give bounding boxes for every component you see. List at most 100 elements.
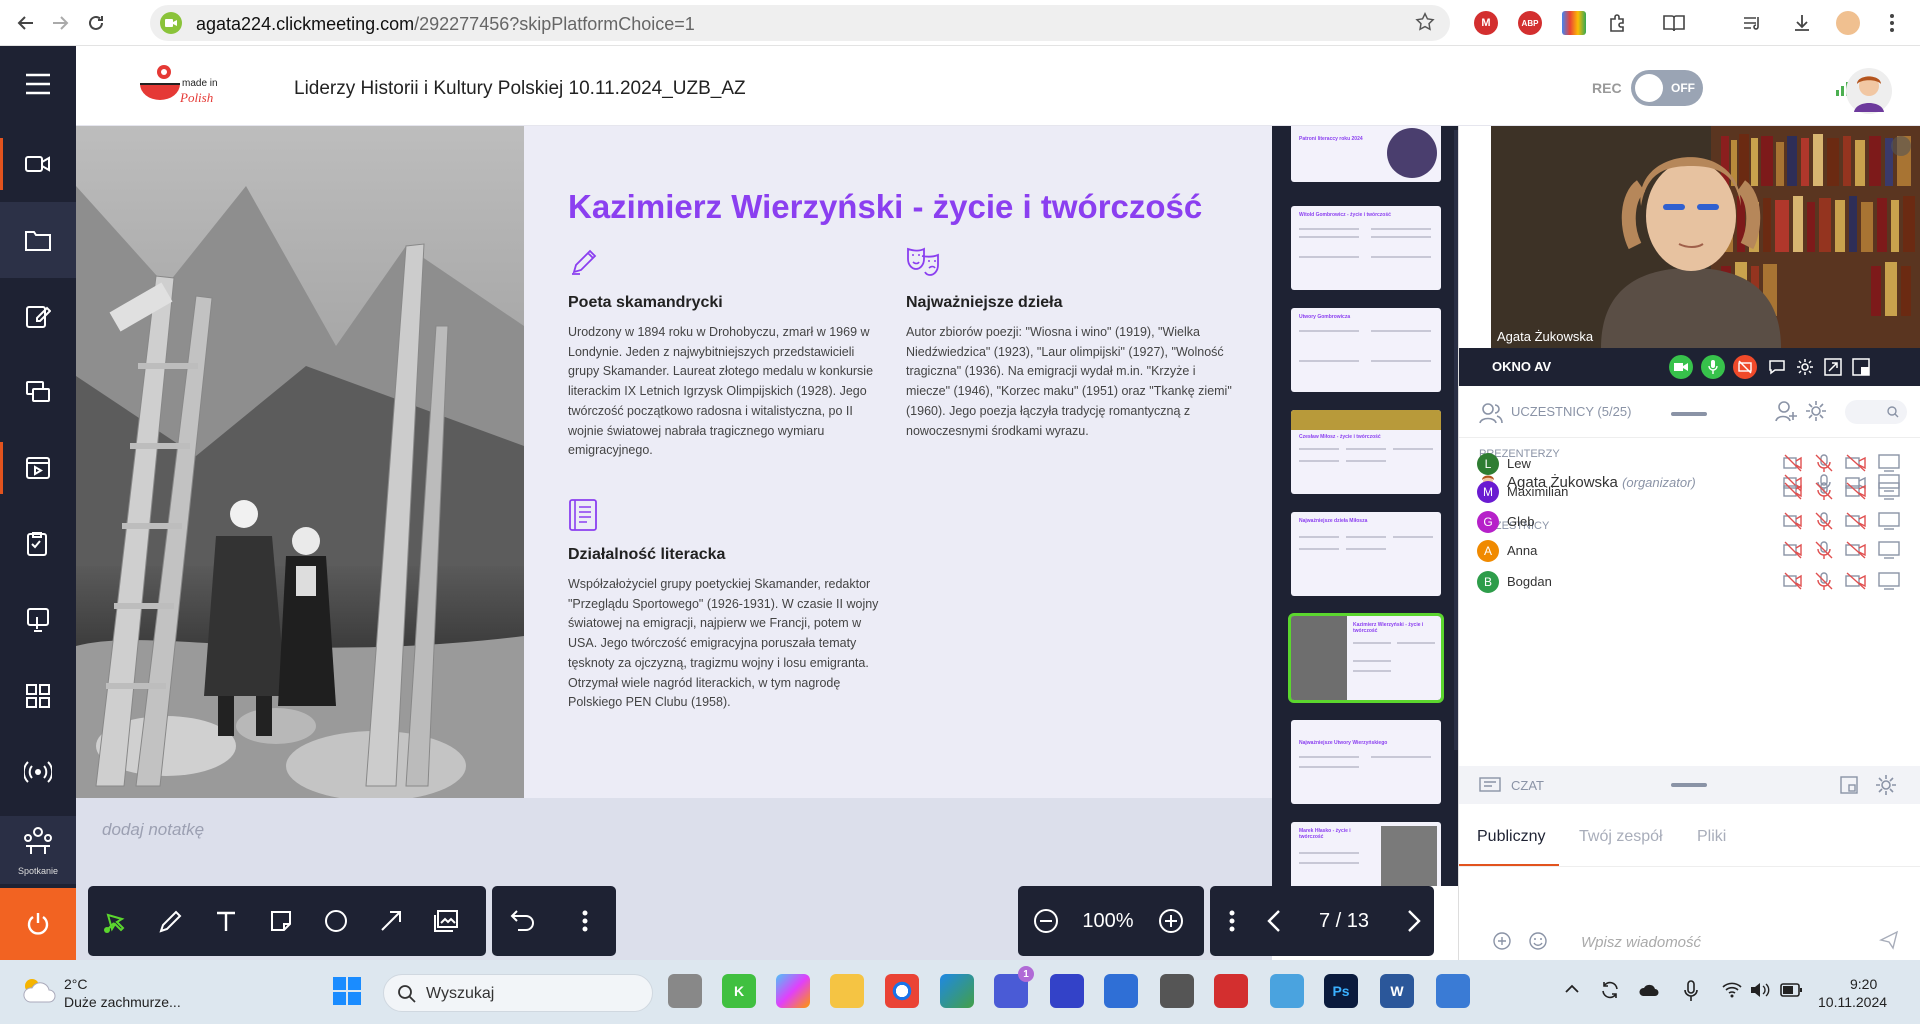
- undo-icon[interactable]: [492, 886, 554, 956]
- slide-thumbnail[interactable]: Patroni literaccy roku 2024: [1291, 126, 1441, 182]
- camera-off-icon[interactable]: [1783, 511, 1803, 536]
- site-info-icon[interactable]: [160, 12, 182, 34]
- send-icon[interactable]: [1879, 930, 1899, 950]
- add-note-field[interactable]: dodaj notatkę: [102, 820, 204, 840]
- recording-toggle[interactable]: OFF: [1631, 70, 1703, 106]
- pen-icon[interactable]: [143, 886, 198, 956]
- participants-search[interactable]: [1845, 400, 1907, 424]
- participants-settings-icon[interactable]: [1805, 400, 1827, 422]
- current-slide-thumbnail[interactable]: Kazimierz Wierzyński - życie i twórczość: [1288, 613, 1444, 703]
- chat-settings-icon[interactable]: [1875, 774, 1897, 796]
- camera-off-icon[interactable]: [1783, 453, 1803, 478]
- participant-row[interactable]: B Bogdan: [1477, 566, 1907, 596]
- arrow-tool-icon[interactable]: [363, 886, 418, 956]
- more-tools-icon[interactable]: [554, 886, 616, 956]
- microphone-off-icon[interactable]: [1814, 481, 1834, 506]
- chat-tab-files[interactable]: Pliki: [1697, 828, 1726, 846]
- video-off-icon[interactable]: [1845, 511, 1867, 536]
- leave-meeting-button[interactable]: [0, 888, 76, 960]
- rail-broadcast-button[interactable]: [0, 734, 76, 810]
- menu-button[interactable]: [0, 46, 76, 122]
- calendar-icon[interactable]: [1104, 974, 1138, 1008]
- rail-files-button[interactable]: [0, 202, 76, 278]
- back-icon[interactable]: [14, 11, 38, 35]
- previous-slide-icon[interactable]: [1254, 886, 1294, 956]
- profile-avatar-icon[interactable]: [1836, 11, 1860, 35]
- add-participant-icon[interactable]: [1775, 400, 1799, 424]
- rail-whiteboard-touch-button[interactable]: [0, 582, 76, 658]
- slide-thumbnail[interactable]: Marek Hłasko - życie i twórczość: [1291, 822, 1441, 886]
- rail-polls-button[interactable]: [0, 506, 76, 582]
- participant-row[interactable]: G Gleb: [1477, 506, 1907, 536]
- media-app-icon[interactable]: [1160, 974, 1194, 1008]
- participant-row[interactable]: A Anna: [1477, 535, 1907, 565]
- next-slide-icon[interactable]: [1394, 886, 1434, 956]
- chat-tab-team[interactable]: Twój zespół: [1579, 828, 1663, 846]
- popout-window-icon[interactable]: [1821, 355, 1845, 379]
- user-avatar[interactable]: [1846, 68, 1892, 114]
- task-view-icon[interactable]: [668, 974, 702, 1008]
- onedrive-icon[interactable]: [1638, 982, 1660, 998]
- rail-whiteboard-button[interactable]: [0, 278, 76, 354]
- copilot-icon[interactable]: [776, 974, 810, 1008]
- participant-row[interactable]: M Maximilian: [1477, 476, 1907, 506]
- start-button[interactable]: [330, 974, 364, 1008]
- presenter-video[interactable]: [1491, 126, 1920, 348]
- text-tool-icon[interactable]: [198, 886, 253, 956]
- circle-tool-icon[interactable]: [308, 886, 363, 956]
- address-bar[interactable]: agata224.clickmeeting.com/292277456?skip…: [150, 5, 1450, 41]
- word-icon[interactable]: W: [1380, 974, 1414, 1008]
- rail-screenshare-button[interactable]: [0, 354, 76, 430]
- rail-media-button[interactable]: [0, 430, 76, 506]
- edge-icon[interactable]: [940, 974, 974, 1008]
- chat-popout-icon[interactable]: [1839, 775, 1859, 795]
- volume-icon[interactable]: [1750, 982, 1770, 998]
- forward-icon[interactable]: [48, 11, 72, 35]
- screen-icon[interactable]: [1878, 453, 1900, 478]
- zoom-in-icon[interactable]: [1143, 886, 1198, 956]
- file-explorer-icon[interactable]: [830, 974, 864, 1008]
- rail-meeting-button[interactable]: Spotkanie: [0, 816, 76, 884]
- acrobat-icon[interactable]: [1214, 974, 1248, 1008]
- screen-icon[interactable]: [1878, 571, 1900, 596]
- microphone-off-icon[interactable]: [1814, 571, 1834, 596]
- participant-row[interactable]: L Lew: [1477, 448, 1907, 478]
- emoji-icon[interactable]: [1529, 932, 1547, 950]
- microphone-off-icon[interactable]: [1814, 511, 1834, 536]
- screen-icon[interactable]: [1878, 540, 1900, 565]
- slide-thumbnail[interactable]: Witold Gombrowicz - życie i twórczość: [1291, 206, 1441, 290]
- rail-apps-button[interactable]: [0, 658, 76, 734]
- page-options-icon[interactable]: [1210, 886, 1254, 956]
- paint-icon[interactable]: [1270, 974, 1304, 1008]
- video-off-icon[interactable]: [1845, 453, 1867, 478]
- sticky-note-icon[interactable]: [253, 886, 308, 956]
- video-off-icon[interactable]: [1845, 571, 1867, 596]
- kaspersky-icon[interactable]: K: [722, 974, 756, 1008]
- video-off-icon[interactable]: [1845, 481, 1867, 506]
- screen-icon[interactable]: [1878, 481, 1900, 506]
- screenshare-off-icon[interactable]: [1733, 355, 1757, 379]
- panel-resize-handle[interactable]: [1671, 412, 1707, 416]
- adblock-extension-icon[interactable]: ABP: [1518, 11, 1542, 35]
- microphone-tray-icon[interactable]: [1684, 980, 1698, 1002]
- reload-icon[interactable]: [84, 11, 108, 35]
- chat-resize-handle[interactable]: [1671, 783, 1707, 787]
- app-icon[interactable]: [1050, 974, 1084, 1008]
- reading-mode-icon[interactable]: [1662, 11, 1686, 35]
- photoshop-icon[interactable]: Ps: [1324, 974, 1358, 1008]
- chat-bubble-icon[interactable]: [1765, 355, 1789, 379]
- chat-tab-public[interactable]: Publiczny: [1477, 828, 1545, 846]
- microphone-on-icon[interactable]: [1701, 355, 1725, 379]
- taskbar-search[interactable]: Wyszukaj: [383, 974, 653, 1012]
- image-tool-icon[interactable]: [418, 886, 473, 956]
- translate-extension-icon[interactable]: [1562, 11, 1586, 35]
- chrome-icon[interactable]: [885, 974, 919, 1008]
- screen-icon[interactable]: [1878, 511, 1900, 536]
- add-attachment-icon[interactable]: [1493, 932, 1511, 950]
- slide-thumbnail[interactable]: Najważniejsze Utwory Wierzyńskiego: [1291, 720, 1441, 804]
- bookmark-star-icon[interactable]: [1414, 11, 1436, 33]
- zoom-out-icon[interactable]: [1018, 886, 1073, 956]
- weather-cloud-icon[interactable]: [20, 976, 58, 1004]
- video-off-icon[interactable]: [1845, 540, 1867, 565]
- battery-icon[interactable]: [1780, 983, 1802, 997]
